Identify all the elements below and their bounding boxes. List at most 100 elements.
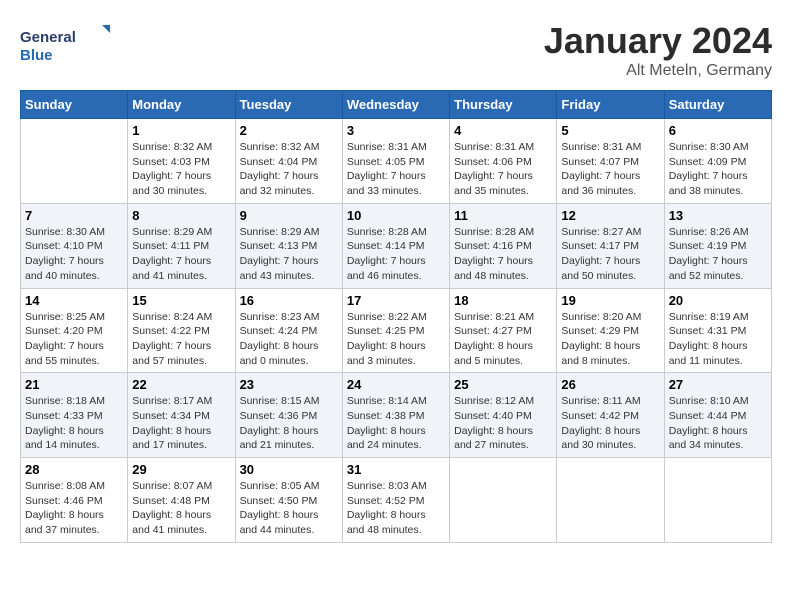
day-info: Sunrise: 8:28 AMSunset: 4:16 PMDaylight:… (454, 225, 552, 284)
calendar-week-row: 28 Sunrise: 8:08 AMSunset: 4:46 PMDayligh… (21, 458, 772, 543)
calendar-cell: 9Sunrise: 8:29 AMSunset: 4:13 PMDaylight… (235, 203, 342, 288)
day-number: 5 (561, 123, 659, 138)
day-info: Sunrise: 8:12 AMSunset: 4:40 PMDaylight:… (454, 394, 552, 453)
day-number: 1 (132, 123, 230, 138)
day-info: Sunrise: 8:18 AMSunset: 4:33 PMDaylight:… (25, 394, 123, 453)
day-number: 23 (240, 377, 338, 392)
logo-svg: General Blue (20, 20, 110, 70)
day-info: Sunrise: 8:25 AMSunset: 4:20 PMDaylight:… (25, 310, 123, 369)
calendar-week-row: 1 Sunrise: 8:32 AMSunset: 4:03 PMDaylight… (21, 119, 772, 204)
svg-text:General: General (20, 29, 76, 46)
day-info: Sunrise: 8:03 AMSunset: 4:52 PMDaylight:… (347, 479, 445, 538)
day-number: 24 (347, 377, 445, 392)
day-info: Sunrise: 8:26 AMSunset: 4:19 PMDaylight:… (669, 225, 767, 284)
calendar-cell: 21Sunrise: 8:18 AMSunset: 4:33 PMDayligh… (21, 373, 128, 458)
weekday-header-saturday: Saturday (664, 91, 771, 119)
calendar-cell: 18 Sunrise: 8:21 AMSunset: 4:27 PMDayligh… (450, 288, 557, 373)
day-number: 11 (454, 208, 552, 223)
calendar-cell: 14 Sunrise: 8:25 AMSunset: 4:20 PMDayligh… (21, 288, 128, 373)
day-info: Sunrise: 8:30 AMSunset: 4:10 PMDaylight:… (25, 225, 123, 284)
calendar-week-row: 14 Sunrise: 8:25 AMSunset: 4:20 PMDayligh… (21, 288, 772, 373)
calendar-cell: 22Sunrise: 8:17 AMSunset: 4:34 PMDayligh… (128, 373, 235, 458)
day-info: Sunrise: 8:17 AMSunset: 4:34 PMDaylight:… (132, 394, 230, 453)
day-number: 2 (240, 123, 338, 138)
day-info: Sunrise: 8:27 AMSunset: 4:17 PMDaylight:… (561, 225, 659, 284)
calendar-cell: 25 Sunrise: 8:12 AMSunset: 4:40 PMDayligh… (450, 373, 557, 458)
day-number: 26 (561, 377, 659, 392)
calendar-cell: 17 Sunrise: 8:22 AMSunset: 4:25 PMDayligh… (342, 288, 449, 373)
day-info: Sunrise: 8:29 AMSunset: 4:11 PMDaylight:… (132, 225, 230, 284)
calendar-cell: 30Sunrise: 8:05 AMSunset: 4:50 PMDayligh… (235, 458, 342, 543)
day-info: Sunrise: 8:11 AMSunset: 4:42 PMDaylight:… (561, 394, 659, 453)
weekday-header-wednesday: Wednesday (342, 91, 449, 119)
day-info: Sunrise: 8:19 AMSunset: 4:31 PMDaylight:… (669, 310, 767, 369)
day-number: 4 (454, 123, 552, 138)
day-number: 27 (669, 377, 767, 392)
day-info: Sunrise: 8:22 AMSunset: 4:25 PMDaylight:… (347, 310, 445, 369)
day-number: 25 (454, 377, 552, 392)
calendar-cell: 16Sunrise: 8:23 AMSunset: 4:24 PMDayligh… (235, 288, 342, 373)
calendar-cell (21, 119, 128, 204)
calendar-cell: 19 Sunrise: 8:20 AMSunset: 4:29 PMDayligh… (557, 288, 664, 373)
calendar-cell: 27Sunrise: 8:10 AMSunset: 4:44 PMDayligh… (664, 373, 771, 458)
calendar-cell: 3Sunrise: 8:31 AMSunset: 4:05 PMDaylight… (342, 119, 449, 204)
day-info: Sunrise: 8:28 AMSunset: 4:14 PMDaylight:… (347, 225, 445, 284)
day-info: Sunrise: 8:21 AMSunset: 4:27 PMDaylight:… (454, 310, 552, 369)
calendar-cell: 15 Sunrise: 8:24 AMSunset: 4:22 PMDayligh… (128, 288, 235, 373)
day-number: 30 (240, 462, 338, 477)
svg-text:Blue: Blue (20, 47, 53, 64)
page-header: General Blue January 2024 Alt Meteln, Ge… (20, 20, 772, 80)
calendar-title: January 2024 (544, 20, 772, 62)
weekday-header-friday: Friday (557, 91, 664, 119)
day-number: 6 (669, 123, 767, 138)
weekday-header-monday: Monday (128, 91, 235, 119)
calendar-table: SundayMondayTuesdayWednesdayThursdayFrid… (20, 90, 772, 543)
day-info: Sunrise: 8:31 AMSunset: 4:06 PMDaylight:… (454, 140, 552, 199)
day-number: 29 (132, 462, 230, 477)
day-number: 15 (132, 293, 230, 308)
day-number: 14 (25, 293, 123, 308)
weekday-header-tuesday: Tuesday (235, 91, 342, 119)
day-number: 20 (669, 293, 767, 308)
day-number: 7 (25, 208, 123, 223)
calendar-cell (557, 458, 664, 543)
day-info: Sunrise: 8:08 AMSunset: 4:46 PMDaylight:… (25, 479, 123, 538)
calendar-cell: 24 Sunrise: 8:14 AMSunset: 4:38 PMDayligh… (342, 373, 449, 458)
calendar-cell: 13 Sunrise: 8:26 AMSunset: 4:19 PMDayligh… (664, 203, 771, 288)
calendar-cell: 10Sunrise: 8:28 AMSunset: 4:14 PMDayligh… (342, 203, 449, 288)
day-info: Sunrise: 8:24 AMSunset: 4:22 PMDaylight:… (132, 310, 230, 369)
day-number: 19 (561, 293, 659, 308)
day-number: 12 (561, 208, 659, 223)
day-info: Sunrise: 8:30 AMSunset: 4:09 PMDaylight:… (669, 140, 767, 199)
day-number: 13 (669, 208, 767, 223)
day-info: Sunrise: 8:20 AMSunset: 4:29 PMDaylight:… (561, 310, 659, 369)
calendar-cell: 12 Sunrise: 8:27 AMSunset: 4:17 PMDayligh… (557, 203, 664, 288)
calendar-cell: 8Sunrise: 8:29 AMSunset: 4:11 PMDaylight… (128, 203, 235, 288)
day-number: 18 (454, 293, 552, 308)
calendar-cell: 11 Sunrise: 8:28 AMSunset: 4:16 PMDayligh… (450, 203, 557, 288)
day-info: Sunrise: 8:31 AMSunset: 4:07 PMDaylight:… (561, 140, 659, 199)
day-info: Sunrise: 8:14 AMSunset: 4:38 PMDaylight:… (347, 394, 445, 453)
calendar-cell: 4 Sunrise: 8:31 AMSunset: 4:06 PMDaylight… (450, 119, 557, 204)
weekday-header-sunday: Sunday (21, 91, 128, 119)
calendar-cell: 2Sunrise: 8:32 AMSunset: 4:04 PMDaylight… (235, 119, 342, 204)
day-info: Sunrise: 8:31 AMSunset: 4:05 PMDaylight:… (347, 140, 445, 199)
calendar-cell: 1 Sunrise: 8:32 AMSunset: 4:03 PMDaylight… (128, 119, 235, 204)
calendar-subtitle: Alt Meteln, Germany (544, 62, 772, 80)
day-number: 28 (25, 462, 123, 477)
calendar-cell: 7 Sunrise: 8:30 AMSunset: 4:10 PMDaylight… (21, 203, 128, 288)
calendar-cell: 6 Sunrise: 8:30 AMSunset: 4:09 PMDaylight… (664, 119, 771, 204)
weekday-header-thursday: Thursday (450, 91, 557, 119)
weekday-header-row: SundayMondayTuesdayWednesdayThursdayFrid… (21, 91, 772, 119)
day-number: 17 (347, 293, 445, 308)
calendar-cell: 5 Sunrise: 8:31 AMSunset: 4:07 PMDaylight… (557, 119, 664, 204)
calendar-cell: 31Sunrise: 8:03 AMSunset: 4:52 PMDayligh… (342, 458, 449, 543)
day-info: Sunrise: 8:07 AMSunset: 4:48 PMDaylight:… (132, 479, 230, 538)
calendar-cell: 20 Sunrise: 8:19 AMSunset: 4:31 PMDayligh… (664, 288, 771, 373)
day-info: Sunrise: 8:32 AMSunset: 4:03 PMDaylight:… (132, 140, 230, 199)
calendar-cell: 28 Sunrise: 8:08 AMSunset: 4:46 PMDayligh… (21, 458, 128, 543)
calendar-cell (450, 458, 557, 543)
calendar-cell: 29 Sunrise: 8:07 AMSunset: 4:48 PMDayligh… (128, 458, 235, 543)
calendar-cell: 23 Sunrise: 8:15 AMSunset: 4:36 PMDayligh… (235, 373, 342, 458)
day-info: Sunrise: 8:15 AMSunset: 4:36 PMDaylight:… (240, 394, 338, 453)
